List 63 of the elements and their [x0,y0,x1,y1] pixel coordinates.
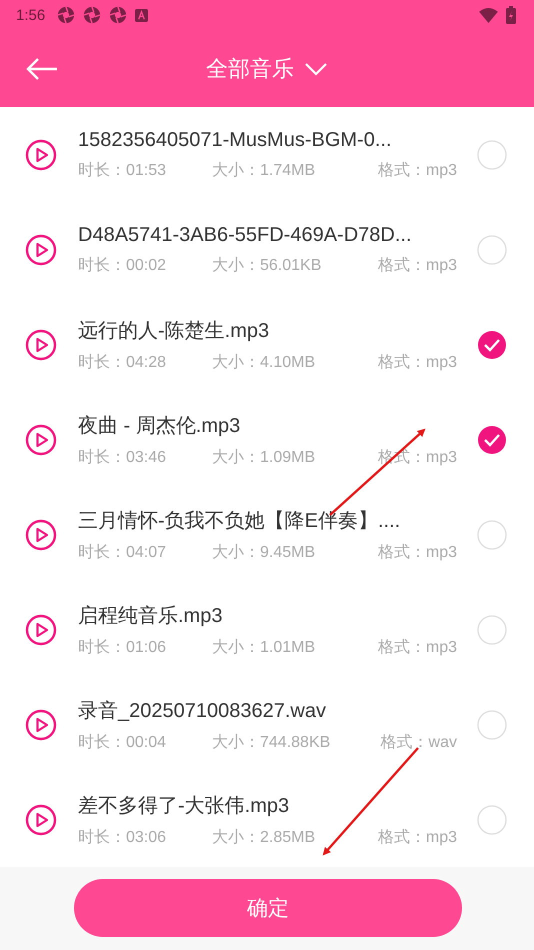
format-text: 格式：mp3 [378,542,457,562]
format-text: 格式：mp3 [378,638,457,658]
size-text: 大小：56.01KB [212,256,322,276]
play-icon[interactable] [25,424,57,456]
unchecked-circle[interactable] [477,614,507,644]
song-title: 启程纯音乐.mp3 [78,604,224,628]
song-title: 1582356405071-MusMus-BGM-0... [78,128,392,152]
duration-text: 时长：01:53 [78,160,168,180]
format-text: 格式：wav [380,732,457,752]
back-arrow-icon[interactable] [26,56,58,80]
size-text: 大小：2.85MB [212,828,316,848]
duration-text: 时长：01:06 [78,638,168,658]
chevron-down-icon [304,62,328,76]
play-icon[interactable] [25,804,57,836]
size-text: 大小：744.88KB [212,732,332,752]
wifi-icon [479,8,498,22]
duration-text: 时长：03:46 [78,448,168,468]
song-title: 远行的人-陈楚生.mp3 [78,318,270,344]
size-text: 大小：1.09MB [212,448,316,468]
checked-circle[interactable] [477,330,507,360]
song-item[interactable]: 三月情怀-负我不负她【降E伴奏】.... 时长：04:07 大小：9.45MB 格式：mp3 [0,487,534,582]
duration-text: 时长：00:04 [78,732,168,752]
size-text: 大小：1.74MB [212,160,316,180]
format-text: 格式：mp3 [378,352,457,372]
unchecked-circle[interactable] [477,140,507,170]
play-icon[interactable] [25,614,57,646]
aperture-icon [109,6,128,24]
song-item[interactable]: 启程纯音乐.mp3 时长：01:06 大小：1.01MB 格式：mp3 [0,582,534,677]
song-title: 录音_20250710083627.wav [78,698,327,724]
song-title: 差不多得了-大张伟.mp3 [78,794,290,818]
status-time: 1:56 [16,6,46,24]
size-text: 大小：1.01MB [212,638,316,658]
play-icon[interactable] [25,138,57,170]
notification-icon [135,8,148,22]
song-item[interactable]: 远行的人-陈楚生.mp3 时长：04:28 大小：4.10MB 格式：mp3 [0,297,534,392]
format-text: 格式：mp3 [378,828,457,848]
unchecked-circle[interactable] [477,520,507,550]
song-item[interactable]: D48A5741-3AB6-55FD-469A-D78D... 时长：00:02 大小：56.01KB 格式：mp3 [0,202,534,297]
song-title: D48A5741-3AB6-55FD-469A-D78D... [78,224,413,246]
unchecked-circle[interactable] [477,804,507,834]
play-icon[interactable] [25,708,57,740]
battery-icon [506,6,516,24]
format-text: 格式：mp3 [378,256,457,276]
aperture-icon [57,6,76,24]
song-item[interactable]: 1582356405071-MusMus-BGM-0... 时长：01:53 大小：1.74MB 格式：mp3 [0,107,534,202]
song-item[interactable]: 录音_20250710083627.wav 时长：00:04 大小：744.88KB 格式：wav [0,677,534,772]
duration-text: 时长：00:02 [78,256,168,276]
aperture-icon [83,6,102,24]
play-icon[interactable] [25,234,57,266]
size-text: 大小：9.45MB [212,542,316,562]
size-text: 大小：4.10MB [212,352,316,372]
unchecked-circle[interactable] [477,234,507,264]
song-title: 三月情怀-负我不负她【降E伴奏】.... [78,508,402,534]
duration-text: 时长：04:28 [78,352,168,372]
duration-text: 时长：04:07 [78,542,168,562]
song-title: 夜曲 - 周杰伦.mp3 [78,414,242,438]
unchecked-circle[interactable] [477,710,507,740]
format-text: 格式：mp3 [378,160,457,180]
play-icon[interactable] [25,328,57,360]
checked-circle[interactable] [477,424,507,454]
song-item[interactable]: 差不多得了-大张伟.mp3 时长：03:06 大小：2.85MB 格式：mp3 [0,772,534,867]
duration-text: 时长：03:06 [78,828,168,848]
play-icon[interactable] [25,518,57,550]
